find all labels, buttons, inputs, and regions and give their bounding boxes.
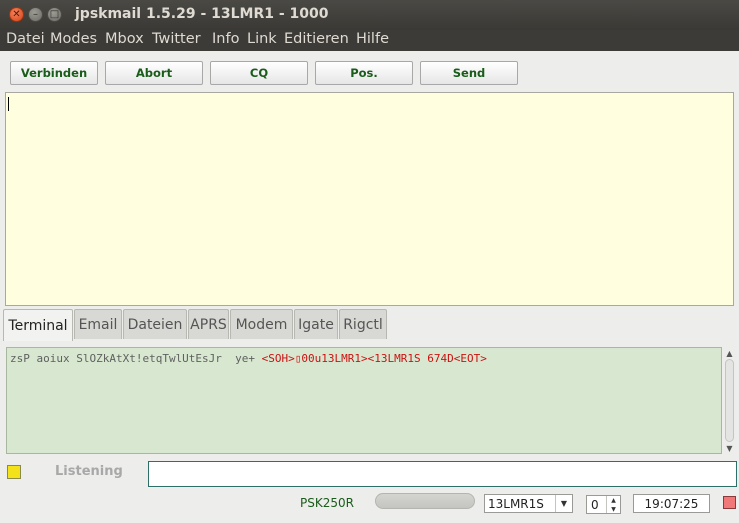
clock-display: 19:07:25 xyxy=(633,494,710,513)
mode-label: PSK250R xyxy=(300,496,354,510)
send-button[interactable]: Send xyxy=(420,61,518,85)
listening-label: Listening xyxy=(55,464,123,479)
status-indicator-yellow xyxy=(7,465,21,479)
tab-dateien[interactable]: Dateien xyxy=(123,309,187,339)
tab-terminal[interactable]: Terminal xyxy=(3,309,73,341)
server-select-value: 13LMR1S xyxy=(488,497,544,511)
tab-email[interactable]: Email xyxy=(74,309,122,339)
spin-down-icon[interactable]: ▼ xyxy=(607,505,620,513)
window-title: jpskmail 1.5.29 - 13LMR1 - 1000 xyxy=(75,6,329,22)
maximize-icon[interactable]: □ xyxy=(47,7,62,22)
menu-hilfe[interactable]: Hilfe xyxy=(356,31,389,47)
tab-rigctl[interactable]: Rigctl xyxy=(339,309,387,339)
channel-spinner[interactable]: 0 ▲ ▼ xyxy=(586,495,621,514)
menu-editieren[interactable]: Editieren xyxy=(284,31,349,47)
terminal-scrollbar[interactable]: ▲ ▼ xyxy=(723,347,736,454)
chevron-down-icon[interactable]: ▼ xyxy=(555,495,572,512)
abort-button[interactable]: Abort xyxy=(105,61,203,85)
terminal-control-text: <SOH>▯00u13LMR1><13LMR1S 674D<EOT> xyxy=(261,352,487,365)
status-indicator-red xyxy=(723,496,736,509)
menu-link[interactable]: Link xyxy=(247,31,277,47)
menu-mbox[interactable]: Mbox xyxy=(105,31,144,47)
spinner-arrows: ▲ ▼ xyxy=(606,496,620,513)
tab-modem[interactable]: Modem xyxy=(230,309,293,339)
channel-value: 0 xyxy=(591,498,599,512)
menu-modes[interactable]: Modes xyxy=(50,31,97,47)
minimize-icon[interactable]: – xyxy=(28,7,43,22)
menu-twitter[interactable]: Twitter xyxy=(152,31,201,47)
menu-info[interactable]: Info xyxy=(212,31,239,47)
connect-button[interactable]: Verbinden xyxy=(10,61,98,85)
scrollbar-track[interactable] xyxy=(725,359,734,442)
menu-bar: Datei Modes Mbox Twitter Info Link Editi… xyxy=(0,30,739,51)
menu-datei[interactable]: Datei xyxy=(6,31,45,47)
close-icon[interactable]: ✕ xyxy=(9,7,24,22)
progress-bar xyxy=(375,493,475,509)
tab-igate[interactable]: Igate xyxy=(294,309,338,339)
scroll-up-icon[interactable]: ▲ xyxy=(723,347,736,359)
text-caret xyxy=(8,97,9,111)
title-bar: ✕ – □ jpskmail 1.5.29 - 13LMR1 - 1000 xyxy=(0,0,739,30)
position-button[interactable]: Pos. xyxy=(315,61,413,85)
tab-aprs[interactable]: APRS xyxy=(188,309,229,339)
terminal-output[interactable]: zsP aoiux SlOZkAtXt!etqTwlUtEsJr ye+ <SO… xyxy=(6,347,722,454)
terminal-received-text: zsP aoiux SlOZkAtXt!etqTwlUtEsJr ye+ xyxy=(10,352,262,365)
main-text-area[interactable] xyxy=(5,92,734,306)
cq-button[interactable]: CQ xyxy=(210,61,308,85)
terminal-line: zsP aoiux SlOZkAtXt!etqTwlUtEsJr ye+ <SO… xyxy=(10,352,487,365)
server-select[interactable]: 13LMR1S ▼ xyxy=(484,494,573,513)
command-input[interactable] xyxy=(148,461,737,487)
scroll-down-icon[interactable]: ▼ xyxy=(723,442,736,454)
spin-up-icon[interactable]: ▲ xyxy=(607,496,620,504)
